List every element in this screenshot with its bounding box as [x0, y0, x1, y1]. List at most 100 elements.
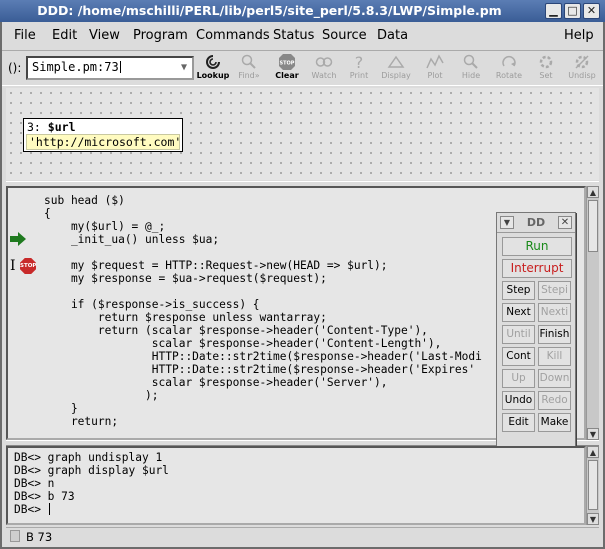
console-line: DB<> n [14, 477, 55, 490]
stop-icon: STOP [20, 258, 36, 274]
close-icon[interactable]: ✕ [558, 216, 572, 229]
menu-status[interactable]: Status [273, 28, 314, 43]
display-icon [386, 53, 406, 71]
data-item-name: $url [47, 120, 76, 134]
menu-help[interactable]: Help [564, 28, 594, 43]
redo-button[interactable]: Redo [538, 391, 571, 410]
down-button[interactable]: Down [538, 369, 571, 388]
scroll-up-arrow-icon[interactable]: ▲ [587, 186, 599, 198]
find-icon [239, 53, 259, 71]
watch-icon [314, 53, 334, 71]
menu-file[interactable]: File [14, 28, 36, 43]
find-button[interactable]: Find» [232, 53, 266, 85]
menubar: File Edit View Program Commands Status S… [2, 24, 603, 48]
argument-prefix: (): [8, 61, 22, 75]
menu-data[interactable]: Data [377, 28, 408, 43]
chevron-down-icon[interactable]: ▼ [178, 60, 190, 76]
cont-button[interactable]: Cont [502, 347, 535, 366]
stop-icon: STOP [277, 53, 297, 71]
source-line[interactable]: } [44, 402, 78, 415]
scroll-up-arrow-icon[interactable]: ▲ [587, 446, 599, 458]
display-button[interactable]: Display [379, 53, 413, 85]
set-button[interactable]: Set [529, 53, 563, 85]
stepi-button[interactable]: Stepi [538, 281, 571, 300]
edit-button[interactable]: Edit [502, 413, 535, 432]
source-line[interactable]: _init_ua() unless $ua; [44, 233, 219, 246]
interrupt-button[interactable]: Interrupt [502, 259, 572, 278]
data-item-value[interactable]: 'http://microsoft.com' [26, 134, 181, 150]
console-line: DB<> b 73 [14, 490, 75, 503]
data-display-area[interactable]: 3: $url 'http://microsoft.com' [6, 88, 599, 180]
step-button[interactable]: Step [502, 281, 535, 300]
source-line[interactable]: my $request = HTTP::Request->new(HEAD =>… [44, 259, 388, 272]
scroll-thumb[interactable] [588, 200, 598, 252]
print-button[interactable]: ? Print [342, 53, 376, 85]
dd-panel-header[interactable]: ▼ DD ✕ [497, 213, 575, 233]
lookup-icon [203, 53, 223, 71]
status-bar: B 73 [6, 527, 599, 545]
menu-source[interactable]: Source [322, 28, 367, 43]
source-line[interactable]: HTTP::Date::str2time($response->header('… [44, 350, 482, 363]
menu-program[interactable]: Program [133, 28, 188, 43]
next-button[interactable]: Next [502, 303, 535, 322]
scroll-down-arrow-icon[interactable]: ▼ [587, 428, 599, 440]
breakpoint[interactable]: I STOP [10, 258, 38, 274]
finish-button[interactable]: Finish [538, 325, 571, 344]
plot-button[interactable]: Plot [418, 53, 452, 85]
set-icon [536, 53, 556, 71]
close-button[interactable]: ✕ [583, 3, 600, 19]
data-item-url[interactable]: 3: $url 'http://microsoft.com' [23, 118, 183, 152]
nexti-button[interactable]: Nexti [538, 303, 571, 322]
source-line[interactable]: scalar $response->header('Server'), [44, 376, 388, 389]
source-line[interactable]: return $response unless wantarray; [44, 311, 327, 324]
svg-text:?: ? [355, 53, 364, 71]
source-line[interactable]: return (scalar $response->header('Conten… [44, 324, 428, 337]
source-line[interactable]: my $response = $ua->request($request); [44, 272, 327, 285]
console-scrollbar[interactable]: ▲ ▼ [586, 446, 599, 525]
undisp-icon [572, 53, 592, 71]
text-caret [119, 61, 121, 73]
data-item-number: 3: [27, 120, 41, 134]
window-title: DDD: /home/mschilli/PERL/lib/perl5/site_… [37, 3, 502, 18]
execution-arrow-icon[interactable] [10, 232, 28, 246]
minimize-button[interactable]: ▁ [545, 3, 562, 19]
source-line[interactable]: sub head ($) [44, 194, 125, 207]
status-text: B 73 [26, 530, 53, 544]
rotate-button[interactable]: Rotate [492, 53, 526, 85]
console-prompt: DB<> [14, 503, 48, 516]
console-line: DB<> graph display $url [14, 464, 169, 477]
breakpoint-cursor-marker: I [10, 258, 16, 274]
until-button[interactable]: Until [502, 325, 535, 344]
status-indicator-icon [10, 530, 20, 542]
source-line[interactable]: return; [44, 415, 118, 428]
up-button[interactable]: Up [502, 369, 535, 388]
maximize-button[interactable]: □ [564, 3, 581, 19]
console-prompt-line[interactable]: DB<> [14, 503, 50, 516]
menu-edit[interactable]: Edit [52, 28, 77, 43]
menu-commands[interactable]: Commands [196, 28, 270, 43]
kill-button[interactable]: Kill [538, 347, 571, 366]
scroll-down-arrow-icon[interactable]: ▼ [587, 513, 599, 525]
hide-button[interactable]: Hide [454, 53, 488, 85]
source-line[interactable]: scalar $response->header('Content-Length… [44, 337, 442, 350]
make-button[interactable]: Make [538, 413, 571, 432]
source-line[interactable]: HTTP::Date::str2time($response->header('… [44, 363, 475, 376]
run-button[interactable]: Run [502, 237, 572, 256]
menu-view[interactable]: View [89, 28, 120, 43]
source-line[interactable]: my($url) = @_; [44, 220, 165, 233]
dd-command-panel: ▼ DD ✕ Run Interrupt Step Stepi Next Nex… [496, 212, 576, 456]
source-line[interactable]: ); [44, 389, 158, 402]
argument-value: Simple.pm:73 [32, 60, 119, 74]
argument-field[interactable]: Simple.pm:73 ▼ [26, 56, 194, 80]
source-scrollbar[interactable]: ▲ ▼ [586, 186, 599, 440]
undisp-button[interactable]: Undisp [565, 53, 599, 85]
svg-text:STOP: STOP [280, 61, 295, 67]
source-line[interactable]: if ($response->is_success) { [44, 298, 260, 311]
scroll-thumb[interactable] [588, 460, 598, 510]
lookup-button[interactable]: Lookup [196, 53, 230, 85]
undo-button[interactable]: Undo [502, 391, 535, 410]
watch-button[interactable]: Watch [307, 53, 341, 85]
debugger-console[interactable]: DB<> graph undisplay 1 DB<> graph displa… [6, 446, 586, 525]
source-line[interactable]: { [44, 207, 51, 220]
clear-button[interactable]: STOP Clear [270, 53, 304, 85]
